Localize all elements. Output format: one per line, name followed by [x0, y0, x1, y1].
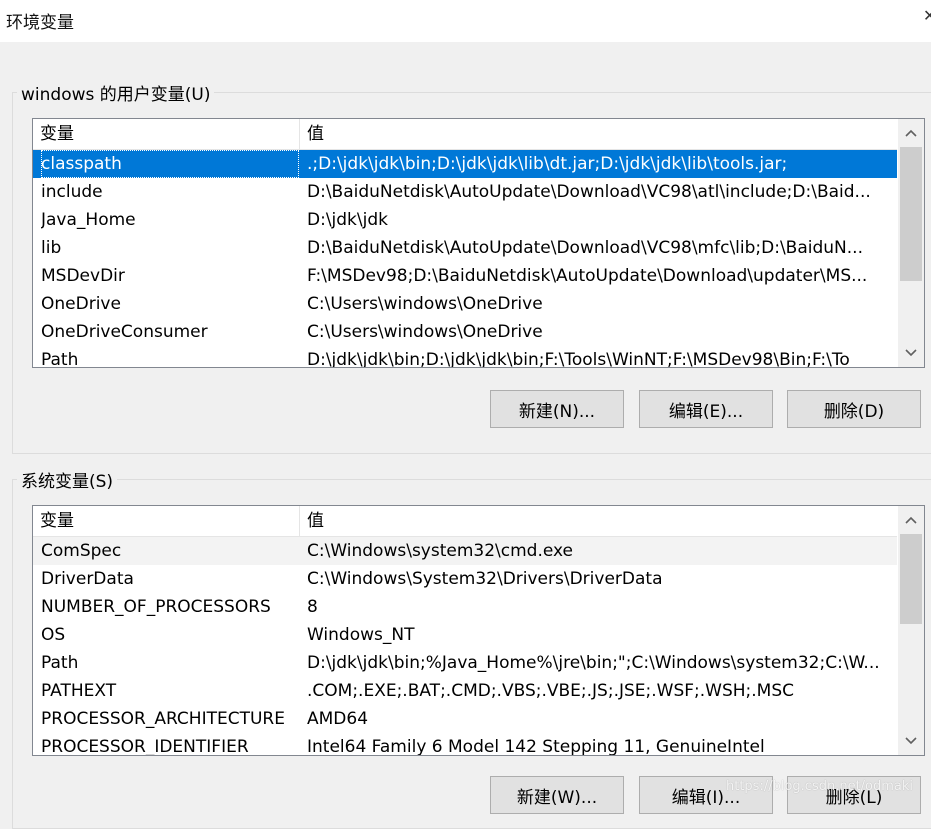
- chevron-down-icon[interactable]: [898, 729, 924, 753]
- variable-value: .;D:\jdk\jdk\bin;D:\jdk\jdk\lib\dt.jar;D…: [307, 154, 788, 174]
- variable-name: OneDrive: [41, 294, 121, 314]
- variable-name: MSDevDir: [41, 266, 125, 286]
- title-bar: 环境变量 ✕: [0, 0, 931, 42]
- variable-name: include: [41, 182, 103, 202]
- variable-value: D:\jdk\jdk: [307, 210, 388, 230]
- table-row[interactable]: Path D:\jdk\jdk\bin;D:\jdk\jdk\bin;F:\To…: [33, 346, 897, 368]
- user-new-button[interactable]: 新建(N)...: [490, 390, 624, 428]
- variable-name: Path: [41, 653, 79, 673]
- table-row[interactable]: OS Windows_NT: [33, 621, 897, 649]
- table-row[interactable]: OneDrive C:\Users\windows\OneDrive: [33, 290, 897, 318]
- scrollbar-thumb[interactable]: [900, 534, 922, 624]
- system-new-button[interactable]: 新建(W)...: [490, 776, 624, 814]
- chevron-down-icon[interactable]: [898, 341, 924, 365]
- user-variables-rows: classpath .;D:\jdk\jdk\bin;D:\jdk\jdk\li…: [33, 150, 897, 368]
- table-row[interactable]: ComSpec C:\Windows\system32\cmd.exe: [33, 537, 897, 565]
- variable-value: AMD64: [307, 709, 369, 729]
- variable-name: PATHEXT: [41, 681, 117, 701]
- table-row[interactable]: MSDevDir F:\MSDev98;D:\BaiduNetdisk\Auto…: [33, 262, 897, 290]
- variable-name: classpath: [41, 150, 299, 178]
- variable-value: D:\jdk\jdk\bin;%Java_Home%\jre\bin;";C:\…: [307, 653, 880, 673]
- table-row[interactable]: include D:\BaiduNetdisk\AutoUpdate\Downl…: [33, 178, 897, 206]
- variable-name: PROCESSOR_IDENTIFIER: [41, 737, 249, 756]
- variable-name: Path: [41, 350, 79, 368]
- variable-value: C:\Windows\System32\Drivers\DriverData: [307, 569, 663, 589]
- vertical-scrollbar[interactable]: [898, 119, 924, 367]
- variable-value: C:\Windows\system32\cmd.exe: [307, 541, 574, 561]
- variable-name: DriverData: [41, 569, 134, 589]
- variable-value: D:\BaiduNetdisk\AutoUpdate\Download\VC98…: [307, 182, 871, 202]
- user-variables-list[interactable]: 变量 值 classpath .;D:\jdk\jdk\bin;D:\jdk\j…: [32, 118, 925, 368]
- vertical-scrollbar[interactable]: [898, 506, 924, 755]
- user-edit-button[interactable]: 编辑(E)...: [639, 390, 773, 428]
- table-row[interactable]: OneDriveConsumer C:\Users\windows\OneDri…: [33, 318, 897, 346]
- watermark: https://blog.csdn.net/odmaki: [726, 779, 914, 794]
- variable-name: OS: [41, 625, 66, 645]
- table-row[interactable]: PATHEXT .COM;.EXE;.BAT;.CMD;.VBS;.VBE;.J…: [33, 677, 897, 705]
- variable-value: C:\Users\windows\OneDrive: [307, 294, 543, 314]
- variable-name: PROCESSOR_ARCHITECTURE: [41, 709, 285, 729]
- list-header: 变量 值: [33, 119, 897, 150]
- window-title: 环境变量: [6, 13, 74, 33]
- column-header-variable[interactable]: 变量: [33, 506, 300, 536]
- user-delete-button[interactable]: 删除(D): [787, 390, 921, 428]
- variable-value: F:\MSDev98;D:\BaiduNetdisk\AutoUpdate\Do…: [307, 266, 868, 286]
- column-header-variable[interactable]: 变量: [33, 119, 300, 149]
- table-row[interactable]: Java_Home D:\jdk\jdk: [33, 206, 897, 234]
- table-row[interactable]: classpath .;D:\jdk\jdk\bin;D:\jdk\jdk\li…: [33, 150, 897, 178]
- user-variables-legend: windows 的用户变量(U): [21, 85, 211, 105]
- variable-name: lib: [41, 238, 62, 258]
- variable-value: D:\jdk\jdk\bin;D:\jdk\jdk\bin;F:\Tools\W…: [307, 350, 850, 368]
- variable-name: ComSpec: [41, 541, 122, 561]
- close-icon[interactable]: ✕: [923, 6, 931, 26]
- variable-value: 8: [307, 597, 318, 617]
- table-row[interactable]: Path D:\jdk\jdk\bin;%Java_Home%\jre\bin;…: [33, 649, 897, 677]
- scrollbar-thumb[interactable]: [900, 147, 922, 281]
- variable-value: C:\Users\windows\OneDrive: [307, 322, 543, 342]
- column-header-value[interactable]: 值: [300, 506, 897, 536]
- table-row[interactable]: lib D:\BaiduNetdisk\AutoUpdate\Download\…: [33, 234, 897, 262]
- system-variables-list[interactable]: 变量 值 ComSpec C:\Windows\system32\cmd.exe…: [32, 505, 925, 756]
- variable-name: OneDriveConsumer: [41, 322, 208, 342]
- variable-value: Intel64 Family 6 Model 142 Stepping 11, …: [307, 737, 765, 756]
- system-variables-rows: ComSpec C:\Windows\system32\cmd.exe Driv…: [33, 537, 897, 756]
- variable-value: Windows_NT: [307, 625, 415, 645]
- list-header: 变量 值: [33, 506, 897, 537]
- table-row[interactable]: PROCESSOR_ARCHITECTURE AMD64: [33, 705, 897, 733]
- chevron-up-icon[interactable]: [898, 508, 924, 532]
- table-row[interactable]: NUMBER_OF_PROCESSORS 8: [33, 593, 897, 621]
- table-row[interactable]: PROCESSOR_IDENTIFIER Intel64 Family 6 Mo…: [33, 733, 897, 756]
- variable-value: .COM;.EXE;.BAT;.CMD;.VBS;.VBE;.JS;.JSE;.…: [307, 681, 795, 701]
- variable-name: NUMBER_OF_PROCESSORS: [41, 597, 271, 617]
- variable-value: D:\BaiduNetdisk\AutoUpdate\Download\VC98…: [307, 238, 863, 258]
- table-row[interactable]: DriverData C:\Windows\System32\Drivers\D…: [33, 565, 897, 593]
- variable-name: Java_Home: [41, 210, 136, 230]
- column-header-value[interactable]: 值: [300, 119, 897, 149]
- chevron-up-icon[interactable]: [898, 121, 924, 145]
- system-variables-legend: 系统变量(S): [21, 472, 114, 492]
